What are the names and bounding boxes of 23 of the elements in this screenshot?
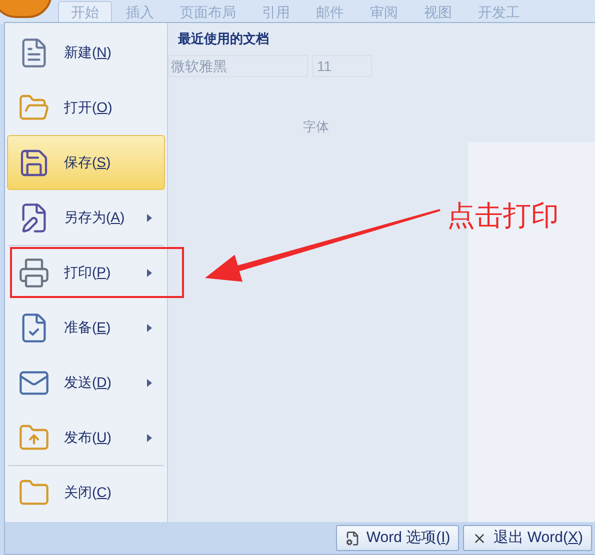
menu-item[interactable]: 准备(E) — [7, 300, 165, 355]
word-options-button[interactable]: Word 选项(I) — [336, 525, 460, 551]
menu-item[interactable]: 打印(P) — [7, 245, 165, 300]
submenu-arrow-icon — [147, 378, 152, 386]
menu-item[interactable]: 另存为(A) — [7, 190, 165, 245]
document-icon — [345, 530, 360, 546]
menu-item[interactable]: 保存(S) — [7, 135, 165, 190]
ribbon-group-label: 字体 — [303, 118, 330, 136]
submenu-arrow-icon — [147, 324, 152, 332]
submenu-arrow-icon — [147, 268, 152, 276]
menu-item[interactable]: 关闭(C) — [7, 465, 165, 520]
menu-item[interactable]: 打开(O) — [7, 80, 165, 135]
font-name-field: 微软雅黑 — [168, 54, 308, 76]
font-size-field: 11 — [312, 54, 372, 76]
exit-word-button[interactable]: 退出 Word(X) — [463, 525, 592, 551]
annotation-text: 点击打印 — [447, 200, 559, 234]
submenu-arrow-icon — [147, 434, 152, 442]
menu-item[interactable]: 新建(N) — [7, 25, 165, 80]
submenu-arrow-icon — [147, 214, 152, 222]
recent-documents-title: 最近使用的文档 — [177, 30, 270, 48]
menu-item[interactable]: 发布(U) — [7, 410, 165, 465]
menu-item[interactable]: 发送(D) — [7, 355, 165, 410]
printer-icon — [18, 256, 50, 288]
